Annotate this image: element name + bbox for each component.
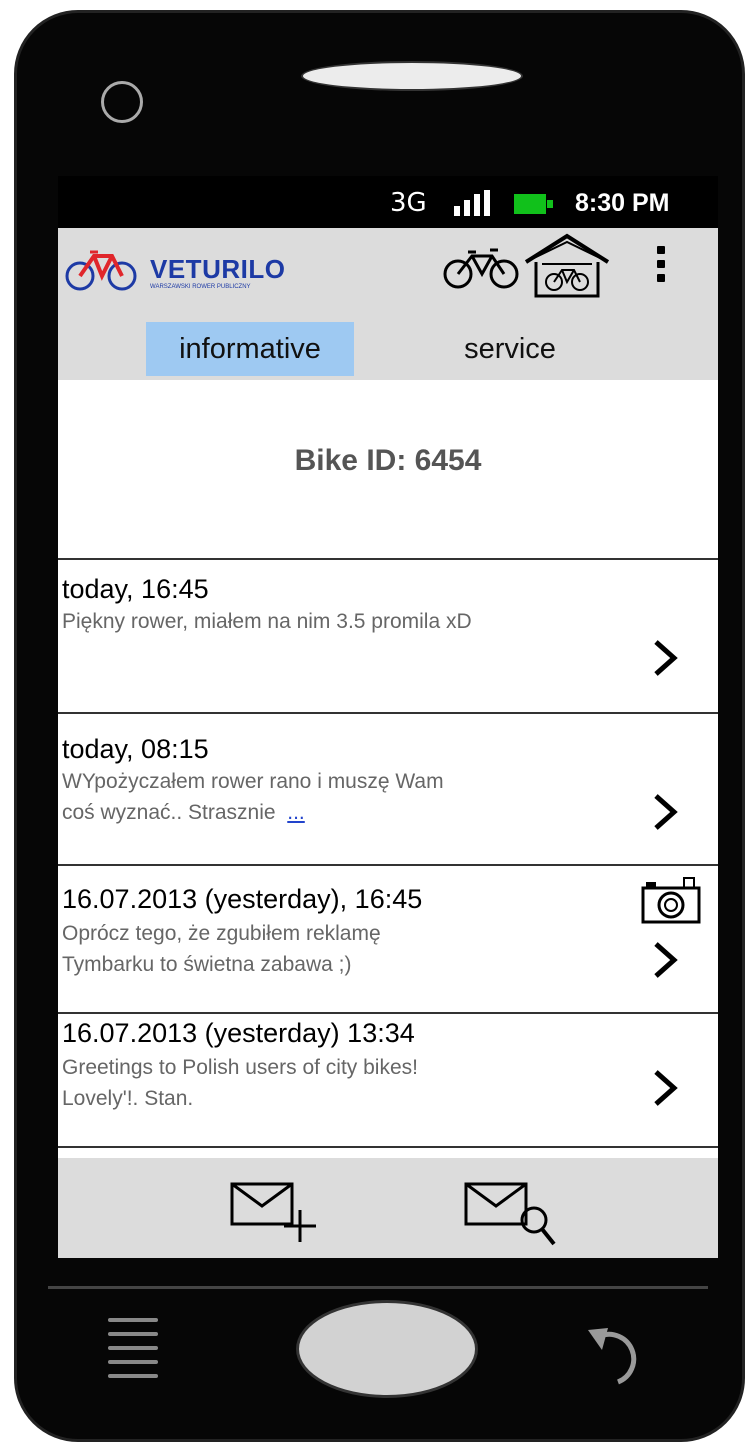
screen: 3G 8:30 PM VETURILO WARSZAWSKI ROWER PUB…	[58, 176, 718, 1258]
comment-item[interactable]: 16.07.2013 (yesterday) 13:34 Greetings t…	[58, 1014, 718, 1144]
logo-text: VETURILO	[150, 254, 286, 284]
speaker	[301, 61, 523, 91]
comment-title: 16.07.2013 (yesterday) 13:34	[62, 1018, 415, 1048]
chevron-right-icon[interactable]	[650, 790, 680, 834]
back-button-icon[interactable]	[578, 1322, 644, 1392]
bike-icon[interactable]	[442, 242, 522, 292]
comment-text-line1: WYpożyczałem rower rano i muszę Wam	[62, 770, 444, 793]
chevron-right-icon[interactable]	[650, 636, 680, 680]
comment-text-line2: Lovely'!. Stan.	[62, 1087, 194, 1110]
home-button[interactable]	[296, 1300, 478, 1398]
camera-icon[interactable]	[640, 876, 702, 924]
bottom-bar	[58, 1158, 718, 1258]
bezel-divider	[48, 1286, 708, 1289]
comment-item[interactable]: today, 16:45 Piękny rower, miałem na nim…	[58, 560, 718, 710]
comment-text-line1: Oprócz tego, że zgubiłem reklamę	[62, 922, 381, 945]
comment-text-line2: coś wyznać.. Strasznie ...	[62, 801, 305, 824]
status-bar: 3G 8:30 PM	[58, 176, 718, 228]
signal-icon	[452, 190, 492, 216]
read-more-link[interactable]: ...	[287, 801, 305, 824]
battery-icon	[514, 194, 553, 214]
tab-service[interactable]: service	[440, 322, 580, 376]
chevron-right-icon[interactable]	[650, 938, 680, 982]
divider	[58, 1146, 718, 1148]
new-message-icon[interactable]	[228, 1180, 318, 1244]
clock: 8:30 PM	[575, 189, 670, 217]
comment-title: today, 16:45	[62, 574, 209, 604]
comment-text-line1: Greetings to Polish users of city bikes!	[62, 1056, 418, 1079]
menu-button-icon[interactable]	[108, 1318, 164, 1384]
veturilo-logo[interactable]: VETURILO WARSZAWSKI ROWER PUBLICZNY	[64, 244, 304, 294]
comment-text: Piękny rower, miałem na nim 3.5 promila …	[62, 610, 472, 633]
front-camera	[101, 81, 143, 123]
comment-item[interactable]: 16.07.2013 (yesterday), 16:45 Oprócz teg…	[58, 866, 718, 1012]
comment-title: today, 08:15	[62, 734, 209, 764]
app-bar: VETURILO WARSZAWSKI ROWER PUBLICZNY info…	[58, 228, 718, 380]
comment-item[interactable]: today, 08:15 WYpożyczałem rower rano i m…	[58, 714, 718, 862]
logo-subtext: WARSZAWSKI ROWER PUBLICZNY	[150, 284, 251, 290]
search-message-icon[interactable]	[462, 1180, 560, 1248]
chevron-right-icon[interactable]	[650, 1066, 680, 1110]
logo-bike-icon	[65, 250, 137, 291]
tab-informative[interactable]: informative	[146, 322, 354, 376]
bike-id: Bike ID: 6454	[294, 444, 482, 477]
comment-title: 16.07.2013 (yesterday), 16:45	[62, 884, 423, 914]
garage-icon[interactable]	[522, 232, 612, 298]
overflow-menu-icon[interactable]	[653, 246, 669, 290]
network-type: 3G	[390, 188, 427, 218]
comment-text-line2: Tymbarku to świetna zabawa ;)	[62, 953, 352, 976]
